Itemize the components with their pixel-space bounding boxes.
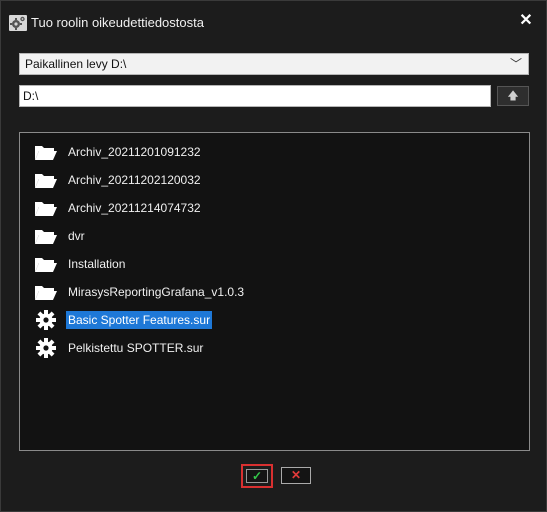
folder-icon [34,198,58,218]
dialog-title: Tuo roolin oikeudettiedostosta [31,15,204,30]
close-button[interactable]: ✕ [516,11,536,31]
list-item[interactable]: Archiv_20211202120032 [34,170,203,190]
list-item-selected[interactable]: Basic Spotter Features.sur [34,310,213,330]
import-role-rights-dialog: Tuo roolin oikeudettiedostosta ✕ Paikall… [0,0,547,512]
list-item[interactable]: Archiv_20211214074732 [34,198,203,218]
gear-settings-icon [9,15,27,31]
title-bar: Tuo roolin oikeudettiedostosta ✕ [1,1,546,41]
path-input[interactable] [19,85,491,107]
list-item-label: Basic Spotter Features.sur [66,311,213,329]
folder-icon [34,142,58,162]
check-icon: ✓ [246,469,268,483]
list-item[interactable]: Archiv_20211201091232 [34,142,203,162]
list-item-label: Pelkistettu SPOTTER.sur [68,341,204,355]
list-item-label: dvr [68,229,85,243]
list-item[interactable]: dvr [34,226,87,246]
file-list[interactable]: Archiv_20211201091232 Archiv_20211202120… [19,132,530,451]
arrow-up-icon: 🡅 [507,90,519,102]
folder-icon [34,170,58,190]
list-item[interactable]: Installation [34,254,127,274]
gear-icon [34,338,58,358]
cancel-icon: ✕ [290,468,302,482]
close-icon: ✕ [519,12,533,29]
list-item[interactable]: Pelkistettu SPOTTER.sur [34,338,205,358]
folder-icon [34,226,58,246]
list-item-label: Archiv_20211214074732 [68,201,201,215]
list-item-label: Installation [68,257,126,271]
drive-select-value: Paikallinen levy D:\ [25,57,127,71]
cancel-button[interactable]: ✕ [281,467,311,484]
gear-icon [34,310,58,330]
list-item-label: Archiv_20211201091232 [68,145,201,159]
list-item-label: MirasysReportingGrafana_v1.0.3 [68,285,245,299]
drive-select[interactable]: Paikallinen levy D:\ ﹀ [19,53,529,75]
chevron-down-icon: ﹀ [509,57,522,71]
parent-folder-button[interactable]: 🡅 [497,86,529,106]
folder-icon [34,282,58,302]
list-item[interactable]: MirasysReportingGrafana_v1.0.3 [34,282,246,302]
confirm-button[interactable]: ✓ [241,464,273,488]
folder-icon [34,254,58,274]
list-item-label: Archiv_20211202120032 [68,173,201,187]
